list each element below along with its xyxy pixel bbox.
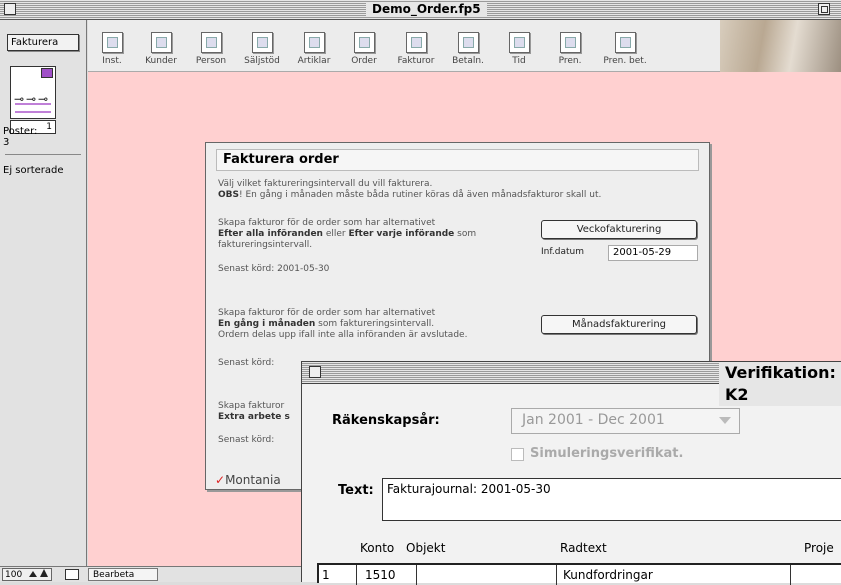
artiklar-icon [303, 32, 325, 53]
bookmark-icon[interactable] [41, 68, 53, 78]
zoom-box[interactable] [818, 3, 830, 15]
montania-logo: ✓Montania [215, 473, 281, 487]
inf-datum-label: Inf.datum [541, 247, 584, 257]
records-label: Poster: [3, 126, 38, 137]
order-icon [353, 32, 375, 53]
konto-cell[interactable]: 1510 [365, 568, 396, 582]
header-photo [720, 20, 841, 72]
records-count: 3 [3, 137, 10, 148]
page-lines [15, 103, 51, 113]
extra-last-run: Senast körd: [218, 435, 275, 445]
rakenskapsar-select[interactable]: Jan 2001 - Dec 2001 [511, 408, 740, 434]
weekly-description: Skapa fakturor för de order som har alte… [218, 218, 477, 250]
panel-title: Fakturera order [216, 149, 699, 171]
manadsfakturering-button[interactable]: Månadsfakturering [541, 315, 697, 334]
toolbar-kunder[interactable]: Kunder [138, 32, 184, 66]
toolbar-saljstod[interactable]: Säljstöd [239, 32, 285, 66]
layout-menu-button[interactable]: Fakturera [7, 34, 79, 51]
fakturor-icon [405, 32, 427, 53]
text-field[interactable]: Fakturajournal: 2001-05-30 [382, 478, 841, 521]
column-header-radtext: Radtext [560, 541, 607, 555]
inf-datum-field[interactable]: 2001-05-29 [608, 245, 698, 261]
kunder-icon [150, 32, 172, 53]
simulering-checkbox[interactable] [511, 448, 524, 461]
pren-bet-icon [614, 32, 636, 53]
simulering-label: Simuleringsverifikat. [530, 446, 684, 461]
verifikation-title: Verifikation: K2 [719, 362, 841, 406]
toolbar-fakturor[interactable]: Fakturor [393, 32, 439, 66]
cell-divider [356, 565, 357, 585]
window-title: Demo_Order.fp5 [366, 2, 487, 17]
close-box[interactable] [309, 366, 321, 378]
status-area: Fakturera ⊸ ⊸ ⊸ 1 Poster: 3 Ej sorterade [0, 20, 87, 566]
column-header-objekt: Objekt [406, 541, 446, 555]
montania-logo-icon: ✓ [215, 473, 226, 487]
zoom-out-icon[interactable] [29, 571, 38, 577]
monthly-last-run: Senast körd: [218, 358, 275, 368]
person-icon [200, 32, 222, 53]
rakenskapsar-label: Räkenskapsår: [332, 413, 440, 428]
toolbar-order[interactable]: Order [341, 32, 387, 66]
veckofakturering-button[interactable]: Veckofakturering [541, 220, 697, 239]
verifikation-window: Verifikation: K2 Räkenskapsår: Jan 2001 … [301, 361, 841, 585]
monthly-description: Skapa fakturor för de order som har alte… [218, 308, 468, 340]
table-row[interactable]: 1 1510 Kundfordringar [317, 563, 841, 585]
text-label: Text: [338, 483, 374, 498]
saljstod-icon [251, 32, 273, 53]
divider [5, 154, 81, 155]
close-box[interactable] [4, 3, 16, 15]
radtext-cell[interactable]: Kundfordringar [563, 568, 653, 582]
status-toggle-icon[interactable] [65, 569, 79, 580]
cell-divider [416, 565, 417, 585]
toolbar-tid[interactable]: Tid [496, 32, 542, 66]
toolbar-betaln[interactable]: Betaln. [445, 32, 491, 66]
toolbar-person[interactable]: Person [188, 32, 234, 66]
record-book-icon[interactable]: ⊸ ⊸ ⊸ [10, 66, 56, 119]
extra-description: Skapa fakturor Extra arbete s [218, 401, 290, 422]
window-title-bar[interactable]: Demo_Order.fp5 [0, 0, 841, 20]
toolbar-inst[interactable]: Inst. [89, 32, 135, 66]
column-header-konto: Konto [360, 541, 395, 555]
tid-icon [508, 32, 530, 53]
cell-divider [556, 565, 557, 585]
row-number: 1 [322, 568, 330, 582]
toolbar-artiklar[interactable]: Artiklar [291, 32, 337, 66]
toolbar-pren[interactable]: Pren. [547, 32, 593, 66]
column-header-projekt: Proje [804, 541, 834, 555]
pren-icon [559, 32, 581, 53]
cell-divider [790, 565, 791, 585]
zoom-in-icon[interactable] [39, 569, 48, 577]
zoom-control[interactable]: 100 [2, 568, 52, 581]
intro-text: Välj vilket faktureringsintervall du vil… [218, 179, 602, 200]
inst-icon [101, 32, 123, 53]
verifikation-title-bar[interactable]: Verifikation: K2 [302, 362, 841, 406]
mode-selector[interactable]: Bearbeta [88, 568, 158, 581]
sort-status: Ej sorterade [3, 165, 64, 176]
toolbar-pren-bet[interactable]: Pren. bet. [597, 32, 653, 66]
weekly-last-run: Senast körd: 2001-05-30 [218, 264, 330, 274]
chevron-down-icon [719, 417, 731, 424]
betaln-icon [457, 32, 479, 53]
